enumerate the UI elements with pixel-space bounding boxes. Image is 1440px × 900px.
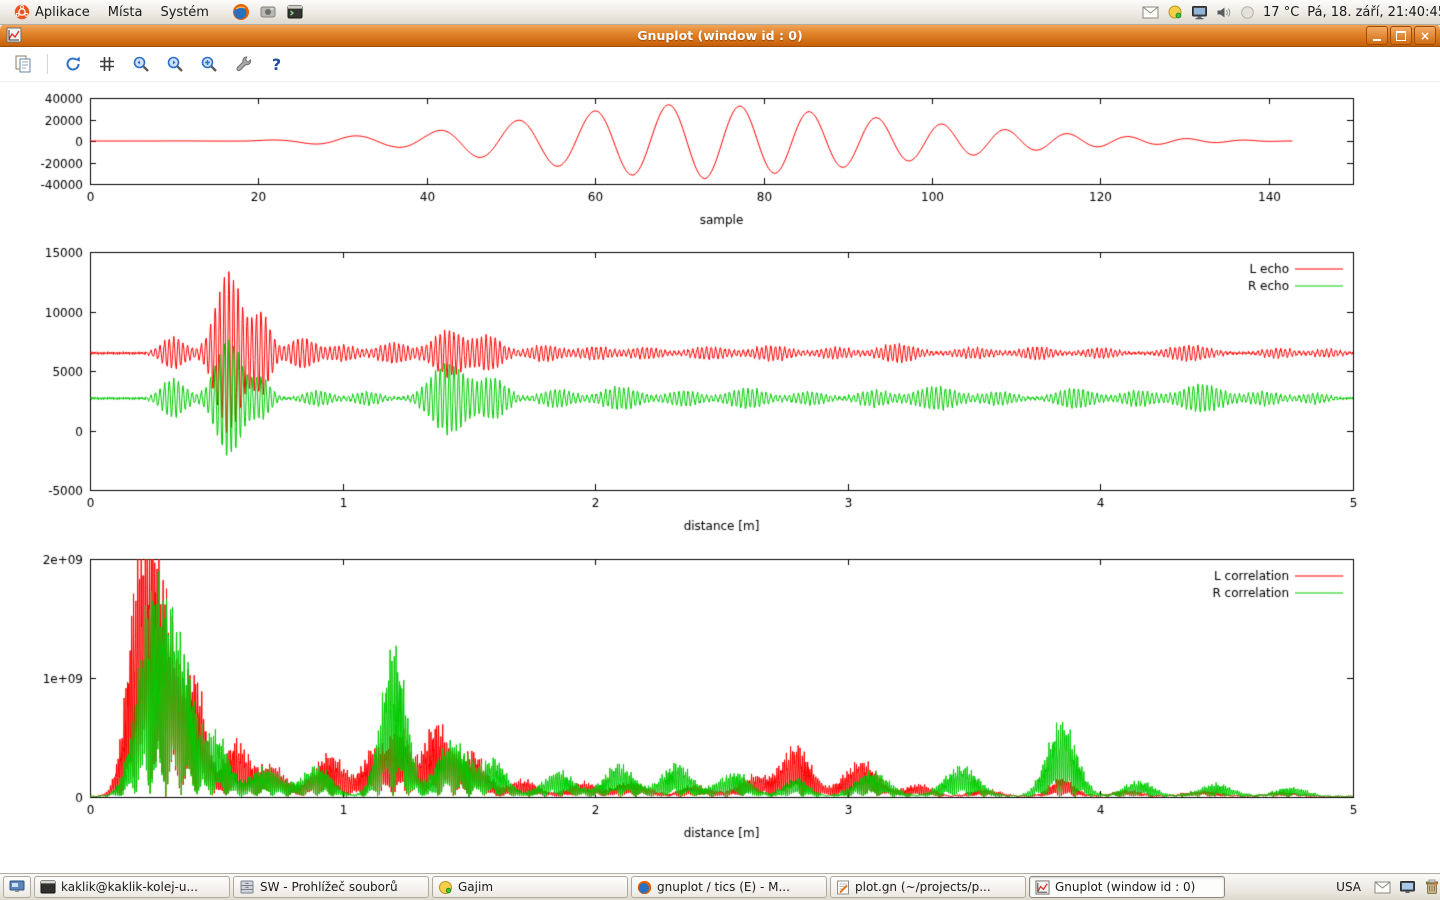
configure-button[interactable] xyxy=(230,52,255,77)
task-button-terminal[interactable]: kaklik@kaklik-kolej-u... xyxy=(34,876,230,898)
top-panel: Aplikace Místa Systém xyxy=(0,0,1440,25)
gajim-task-icon xyxy=(438,880,453,895)
applications-menu-label: Aplikace xyxy=(35,5,90,20)
text-editor-task-icon xyxy=(836,880,850,895)
temperature-label[interactable]: 17 °C xyxy=(1263,5,1299,20)
task-label: kaklik@kaklik-kolej-u... xyxy=(61,880,198,894)
grid-button[interactable] xyxy=(94,52,119,77)
task-label: plot.gn (~/projects/p... xyxy=(855,880,991,894)
firefox-launcher-icon[interactable] xyxy=(231,2,251,22)
display-applet-icon[interactable] xyxy=(1396,877,1418,897)
gajim-tray-icon[interactable] xyxy=(1167,4,1183,20)
file-manager-task-icon xyxy=(239,880,255,894)
help-button[interactable]: ? xyxy=(264,52,289,77)
keyboard-layout-indicator[interactable]: USA xyxy=(1329,879,1368,895)
minimize-button[interactable] xyxy=(1366,26,1388,45)
autoscale-button[interactable] xyxy=(196,52,221,77)
window-title: Gnuplot (window id : 0) xyxy=(637,28,802,43)
gnuplot-window: Gnuplot (window id : 0) × xyxy=(0,24,1440,874)
task-label: Gajim xyxy=(458,880,493,894)
task-button-file-manager[interactable]: SW - Prohlížeč souborů xyxy=(233,876,429,898)
task-button-gajim[interactable]: Gajim xyxy=(432,876,628,898)
copy-button[interactable] xyxy=(10,52,35,77)
trash-icon[interactable] xyxy=(1421,877,1440,897)
zoom-next-button[interactable] xyxy=(162,52,187,77)
ubuntu-logo-icon xyxy=(14,4,30,20)
display-icon[interactable] xyxy=(1191,5,1208,20)
zoom-previous-button[interactable] xyxy=(128,52,153,77)
taskbar: kaklik@kaklik-kolej-u... SW - Prohlížeč … xyxy=(0,873,1440,900)
mail-applet-icon[interactable] xyxy=(1371,877,1393,897)
maximize-button[interactable] xyxy=(1390,26,1412,45)
gnuplot-plot-canvas[interactable] xyxy=(0,82,1440,876)
toolbar-separator xyxy=(47,54,48,74)
task-button-firefox[interactable]: gnuplot / tics (E) - M... xyxy=(631,876,827,898)
places-menu[interactable]: Místa xyxy=(100,3,151,22)
screenshot-launcher-icon[interactable] xyxy=(258,2,278,22)
window-titlebar[interactable]: Gnuplot (window id : 0) × xyxy=(0,24,1440,47)
task-label: gnuplot / tics (E) - M... xyxy=(657,880,790,894)
volume-icon[interactable] xyxy=(1216,5,1232,20)
gnuplot-window-icon xyxy=(6,27,22,43)
task-label: SW - Prohlížeč souborů xyxy=(260,880,398,894)
mail-icon[interactable] xyxy=(1142,6,1159,19)
close-button[interactable]: × xyxy=(1414,26,1436,45)
system-menu-label: Systém xyxy=(160,5,208,20)
task-button-gnuplot[interactable]: Gnuplot (window id : 0) xyxy=(1029,876,1225,898)
system-menu[interactable]: Systém xyxy=(152,3,216,22)
places-menu-label: Místa xyxy=(108,5,143,20)
show-desktop-button[interactable] xyxy=(3,876,31,898)
gnuplot-toolbar: ? xyxy=(0,47,1440,82)
task-label: Gnuplot (window id : 0) xyxy=(1055,880,1195,894)
clock[interactable]: Pá, 18. září, 21:40:45 xyxy=(1307,5,1440,20)
panel-launchers xyxy=(231,2,305,22)
weather-icon[interactable] xyxy=(1240,5,1255,20)
system-tray: 17 °C Pá, 18. září, 21:40:45 xyxy=(1142,4,1440,20)
plot-area xyxy=(0,82,1440,876)
firefox-task-icon xyxy=(637,880,652,895)
terminal-launcher-icon[interactable] xyxy=(285,2,305,22)
gnuplot-task-icon xyxy=(1035,880,1050,895)
terminal-task-icon xyxy=(40,880,56,894)
help-icon: ? xyxy=(272,55,281,74)
task-button-editor[interactable]: plot.gn (~/projects/p... xyxy=(830,876,1026,898)
applications-menu[interactable]: Aplikace xyxy=(6,2,98,22)
replot-button[interactable] xyxy=(60,52,85,77)
